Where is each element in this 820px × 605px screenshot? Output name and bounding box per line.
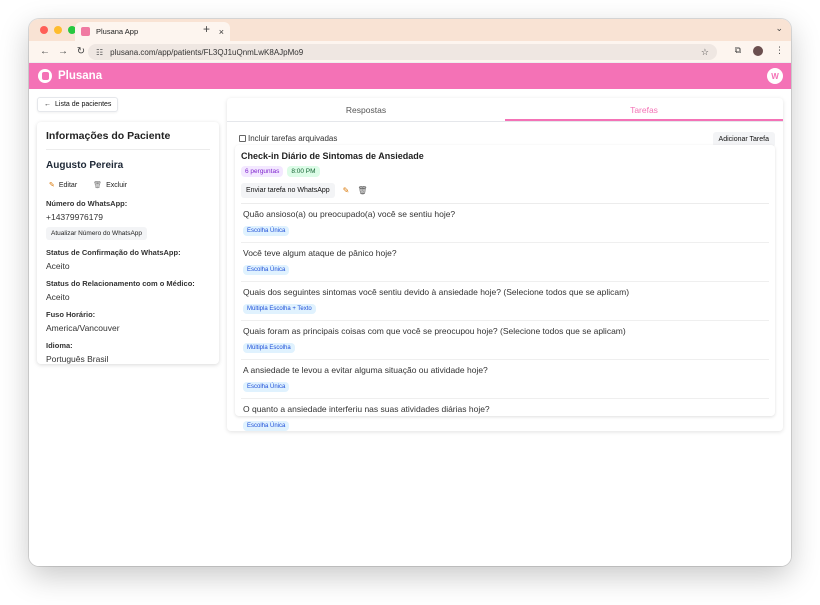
question-type-badge: Múltipla Escolha [243, 343, 295, 353]
toolbar-right: ⧉ ⋮ [735, 45, 784, 56]
bookmark-star-icon[interactable]: ☆ [701, 47, 709, 58]
window-controls [40, 26, 76, 34]
question-text: Quais foram as principais coisas com que… [243, 326, 626, 336]
question-item: Quão ansioso(a) ou preocupado(a) você se… [241, 204, 769, 243]
minimize-window-button[interactable] [54, 26, 62, 34]
browser-tabstrip: Plusana App × + ⌄ [29, 19, 791, 41]
question-type-badge: Escolha Única [243, 226, 290, 236]
whatsapp-number-value: +14379976179 [46, 212, 103, 222]
update-whatsapp-button[interactable]: Atualizar Número do WhatsApp [46, 227, 148, 240]
language-value: Português Brasil [46, 354, 109, 364]
include-archived-label: Incluir tarefas arquivadas [248, 134, 338, 143]
tab-tarefas[interactable]: Tarefas [505, 98, 783, 121]
arrow-left-icon: ← [44, 101, 51, 108]
question-text: A ansiedade te levou a evitar alguma sit… [243, 365, 488, 375]
whatsapp-status-value: Aceito [46, 261, 70, 271]
patient-info-title: Informações do Paciente [46, 130, 210, 150]
question-text: O quanto a ansiedade interferiu nas suas… [243, 404, 490, 414]
plusana-logo-icon [38, 69, 52, 83]
favicon-icon [81, 27, 90, 36]
patient-actions: ✎ Editar 🗑 Excluir [46, 179, 210, 191]
timezone-value: America/Vancouver [46, 323, 120, 333]
delete-label: Excluir [106, 181, 128, 189]
question-item: A ansiedade te levou a evitar alguma sit… [241, 360, 769, 399]
edit-label: Editar [58, 181, 78, 189]
delete-patient-button[interactable]: 🗑 Excluir [90, 179, 130, 191]
question-text: Quão ansioso(a) ou preocupado(a) você se… [243, 209, 456, 219]
tab-respostas[interactable]: Respostas [227, 98, 505, 121]
edit-task-pencil-icon[interactable]: ✎ [343, 186, 350, 195]
new-tab-button[interactable]: + [203, 22, 210, 36]
patient-list-back-button[interactable]: ← Lista de pacientes [37, 97, 119, 112]
question-text: Você teve algum ataque de pânico hoje? [243, 248, 397, 258]
browser-menu-icon[interactable]: ⋮ [775, 45, 784, 56]
user-avatar[interactable]: W [767, 68, 783, 84]
app-header: Plusana W [29, 63, 791, 89]
question-text: Quais dos seguintes sintomas você sentiu… [243, 287, 630, 297]
trash-icon: 🗑 [93, 182, 103, 189]
tasks-panel: Respostas Tarefas Incluir tarefas arquiv… [227, 98, 783, 431]
task-card: Check-in Diário de Sintomas de Ansiedade… [235, 145, 775, 431]
task-title: Check-in Diário de Sintomas de Ansiedade [241, 151, 424, 161]
pencil-icon: ✎ [49, 182, 55, 189]
question-type-badge: Escolha Única [243, 382, 290, 392]
patient-name: Augusto Pereira [46, 160, 124, 171]
language-label: Idioma: [46, 341, 73, 350]
site-settings-icon[interactable]: ☷ [96, 48, 103, 57]
task-badges: 6 perguntas 8:00 PM [241, 166, 769, 177]
send-whatsapp-button[interactable]: Enviar tarefa no WhatsApp [241, 183, 335, 198]
browser-toolbar: ← → ↻ ☷ plusana.com/app/patients/FL3QJ1u… [29, 41, 791, 63]
profile-avatar-icon[interactable] [753, 45, 763, 56]
back-arrow-icon[interactable]: ← [36, 46, 54, 57]
doctor-relationship-value: Aceito [46, 292, 70, 302]
back-button-label: Lista de pacientes [55, 101, 112, 108]
whatsapp-number-label: Número do WhatsApp: [46, 199, 128, 208]
doctor-relationship-label: Status do Relacionamento com o Médico: [46, 279, 195, 288]
patient-info-card: Informações do Paciente Augusto Pereira … [37, 122, 219, 364]
question-type-badge: Múltipla Escolha + Texto [243, 304, 316, 314]
question-item: Quais dos seguintes sintomas você sentiu… [241, 282, 769, 321]
whatsapp-status-label: Status de Confirmação do WhatsApp: [46, 248, 181, 257]
close-window-button[interactable] [40, 26, 48, 34]
extensions-icon[interactable]: ⧉ [735, 45, 741, 56]
task-actions: Enviar tarefa no WhatsApp ✎ 🗑 [241, 183, 769, 204]
browser-tab-title: Plusana App [96, 27, 139, 36]
browser-window: Plusana App × + ⌄ ← → ↻ ☷ plusana.com/ap… [29, 19, 791, 566]
question-item: O quanto a ansiedade interferiu nas suas… [241, 399, 769, 437]
app-brand: Plusana [58, 70, 103, 82]
delete-task-trash-icon[interactable]: 🗑 [357, 186, 367, 195]
questions-count-badge: 6 perguntas [241, 166, 284, 177]
tab-list-chevron-icon[interactable]: ⌄ [775, 23, 783, 34]
question-type-badge: Escolha Única [243, 265, 290, 275]
address-bar[interactable]: ☷ plusana.com/app/patients/FL3QJ1uQnmLwK… [88, 44, 717, 60]
edit-patient-button[interactable]: ✎ Editar [46, 179, 80, 191]
panel-tabs: Respostas Tarefas [227, 98, 783, 122]
question-type-badge: Escolha Única [243, 421, 290, 431]
schedule-time-badge: 8:00 PM [287, 166, 320, 177]
include-archived-checkbox[interactable]: Incluir tarefas arquivadas [239, 134, 337, 143]
checkbox-box[interactable] [239, 135, 246, 142]
page-content: ← Lista de pacientes Informações do Paci… [29, 89, 791, 566]
question-item: Quais foram as principais coisas com que… [241, 321, 769, 360]
url-text[interactable]: plusana.com/app/patients/FL3QJ1uQnmLwK8A… [110, 48, 701, 57]
question-item: Você teve algum ataque de pânico hoje? E… [241, 243, 769, 282]
close-tab-icon[interactable]: × [219, 27, 224, 37]
timezone-label: Fuso Horário: [46, 310, 96, 319]
forward-arrow-icon[interactable]: → [54, 46, 72, 57]
